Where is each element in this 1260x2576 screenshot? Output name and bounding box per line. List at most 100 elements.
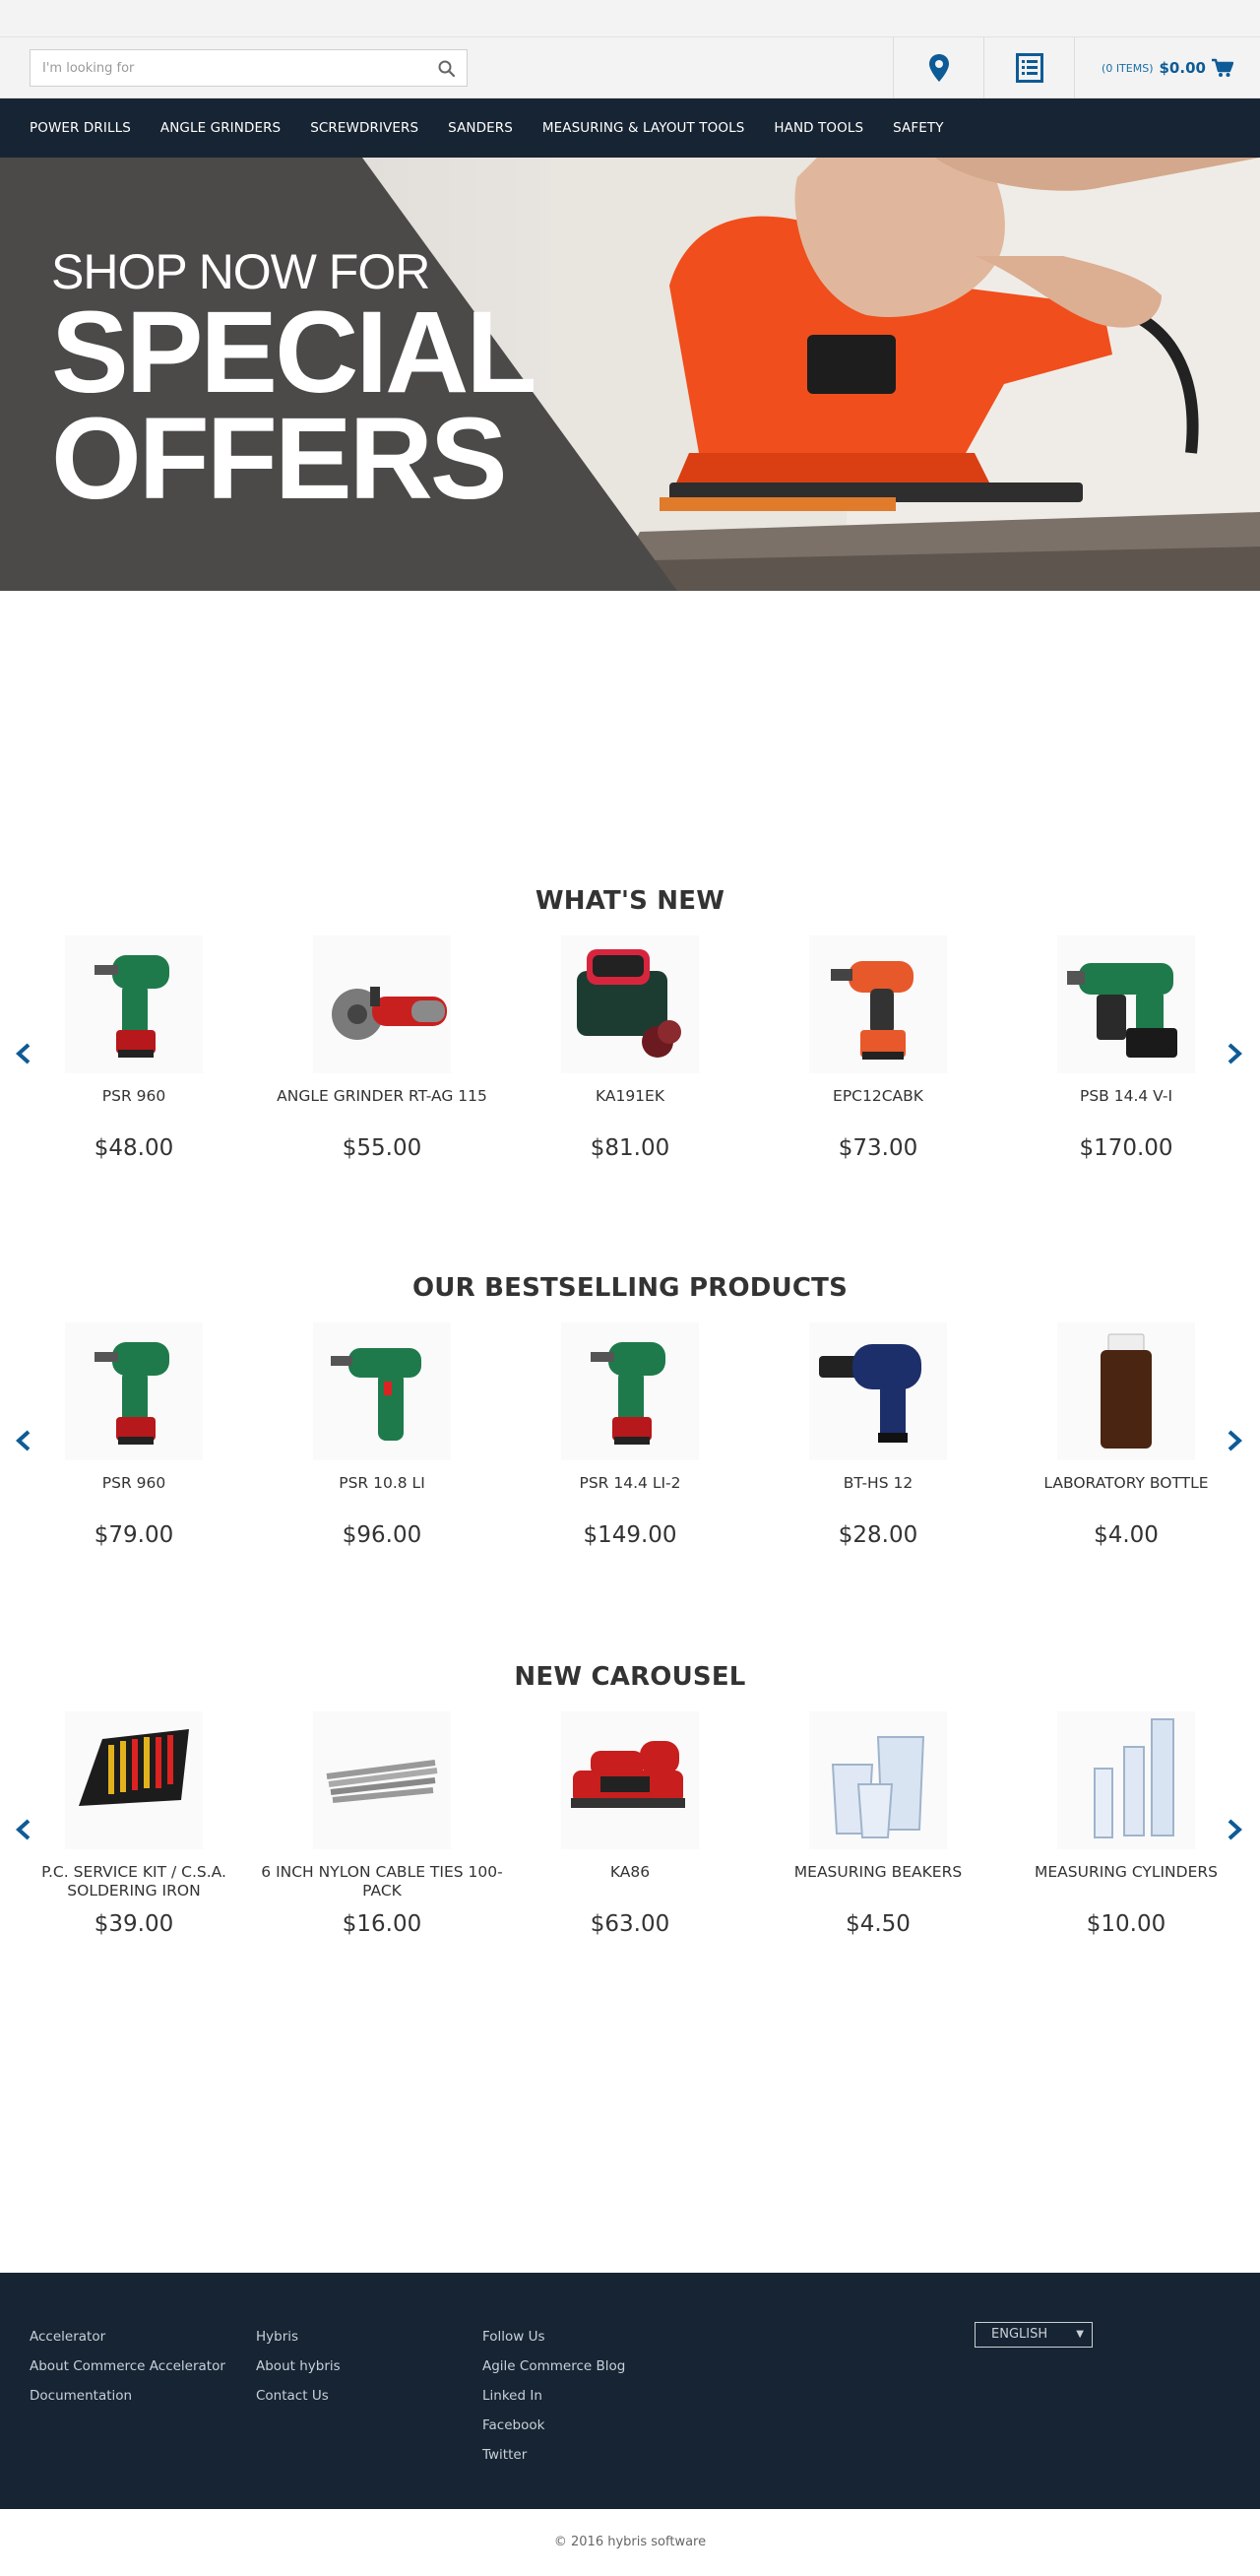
product-tile[interactable]: 6 INCH NYLON CABLE TIES 100-PACK $16.00 xyxy=(258,1711,506,1967)
hero-title-line1: SPECIAL xyxy=(51,288,536,418)
search-box[interactable] xyxy=(30,49,468,87)
store-finder-button[interactable] xyxy=(893,37,983,98)
product-carousel: P.C. SERVICE KIT / C.S.A. SOLDERING IRON… xyxy=(0,1711,1260,2007)
product-tile[interactable]: MEASURING CYLINDERS $10.00 xyxy=(1002,1711,1250,1967)
hammer-drill-icon xyxy=(1067,963,1177,1058)
product-image[interactable] xyxy=(65,1711,203,1849)
product-tile[interactable]: LABORATORY BOTTLE $4.00 xyxy=(1002,1322,1250,1578)
product-image[interactable] xyxy=(313,1711,451,1849)
product-name[interactable]: PSR 960 xyxy=(10,1087,258,1106)
product-tile[interactable]: P.C. SERVICE KIT / C.S.A. SOLDERING IRON… xyxy=(10,1711,258,1967)
product-image[interactable] xyxy=(65,1322,203,1460)
product-image[interactable] xyxy=(1057,935,1195,1073)
cable-ties-icon xyxy=(326,1760,438,1803)
nav-screwdrivers[interactable]: SCREWDRIVERS xyxy=(310,120,418,136)
product-image[interactable] xyxy=(561,935,699,1073)
search-icon[interactable] xyxy=(437,59,457,79)
product-name[interactable]: MEASURING CYLINDERS xyxy=(1002,1863,1250,1882)
product-name[interactable]: PSR 960 xyxy=(10,1474,258,1493)
green-drill-icon xyxy=(591,1342,665,1445)
search-input[interactable] xyxy=(31,50,467,86)
product-price: $96.00 xyxy=(342,1522,422,1548)
footer-link-agile-commerce-blog[interactable]: Agile Commerce Blog xyxy=(482,2351,625,2381)
language-selector[interactable]: ENGLISH ▼ xyxy=(975,2322,1093,2348)
product-price: $63.00 xyxy=(590,1911,670,1937)
top-strip xyxy=(0,0,1260,37)
product-name[interactable]: LABORATORY BOTTLE xyxy=(1002,1474,1250,1493)
nav-hand-tools[interactable]: HAND TOOLS xyxy=(774,120,863,136)
footer-link-twitter[interactable]: Twitter xyxy=(482,2440,625,2470)
nav-power-drills[interactable]: POWER DRILLS xyxy=(30,120,131,136)
cart-total: $0.00 xyxy=(1159,59,1206,77)
product-tile[interactable]: BT-HS 12 $28.00 xyxy=(754,1322,1002,1578)
product-section: NEW CAROUSEL P.C. SERVICE KIT / C.S.A. SO… xyxy=(0,1662,1260,1997)
footer-column-follow-us: Follow Us Agile Commerce Blog Linked In … xyxy=(482,2322,625,2470)
bottle-icon xyxy=(1101,1333,1152,1449)
product-tile[interactable]: PSR 10.8 LI $96.00 xyxy=(258,1322,506,1578)
product-name[interactable]: BT-HS 12 xyxy=(754,1474,1002,1493)
hero-banner[interactable]: SHOP NOW FOR SPECIAL OFFERS xyxy=(0,158,1260,591)
nav-angle-grinders[interactable]: ANGLE GRINDERS xyxy=(160,120,281,136)
section-title: NEW CAROUSEL xyxy=(514,1662,746,1692)
product-image[interactable] xyxy=(1057,1322,1195,1460)
site-header: (0 ITEMS) $0.00 xyxy=(0,37,1260,98)
product-name[interactable]: EPC12CABK xyxy=(754,1087,1002,1106)
order-list-button[interactable] xyxy=(983,37,1074,98)
product-name[interactable]: P.C. SERVICE KIT / C.S.A. SOLDERING IRON xyxy=(10,1863,258,1900)
product-name[interactable]: PSR 10.8 LI xyxy=(258,1474,506,1493)
product-image[interactable] xyxy=(809,1322,947,1460)
product-image[interactable] xyxy=(65,935,203,1073)
footer-link-facebook[interactable]: Facebook xyxy=(482,2411,625,2440)
nav-measuring-layout-tools[interactable]: MEASURING & LAYOUT TOOLS xyxy=(542,120,744,136)
product-tile[interactable]: MEASURING BEAKERS $4.50 xyxy=(754,1711,1002,1967)
footer-link-contact-us[interactable]: Contact Us xyxy=(256,2381,341,2411)
product-price: $4.00 xyxy=(1094,1522,1159,1548)
copyright: © 2016 hybris software xyxy=(0,2509,1260,2576)
product-tile[interactable]: EPC12CABK $73.00 xyxy=(754,935,1002,1191)
product-image[interactable] xyxy=(561,1322,699,1460)
product-section: OUR BESTSELLING PRODUCTS PSR 960 $79.00 PSR… xyxy=(0,1273,1260,1608)
footer-link-documentation[interactable]: Documentation xyxy=(30,2381,225,2411)
mini-cart-button[interactable]: (0 ITEMS) $0.00 xyxy=(1074,37,1260,98)
site-footer: Accelerator About Commerce Accelerator D… xyxy=(0,2273,1260,2509)
product-price: $4.50 xyxy=(846,1911,911,1937)
product-tile[interactable]: PSR 960 $48.00 xyxy=(10,935,258,1191)
orange-drill-icon xyxy=(831,961,914,1060)
product-image[interactable] xyxy=(561,1711,699,1849)
product-tile[interactable]: KA191EK $81.00 xyxy=(506,935,754,1191)
product-name[interactable]: KA191EK xyxy=(506,1087,754,1106)
section-title: WHAT'S NEW xyxy=(535,886,725,916)
nav-safety[interactable]: SAFETY xyxy=(893,120,943,136)
product-image[interactable] xyxy=(1057,1711,1195,1849)
product-name[interactable]: PSB 14.4 V-I xyxy=(1002,1087,1250,1106)
product-name[interactable]: ANGLE GRINDER RT-AG 115 xyxy=(258,1087,506,1106)
product-image[interactable] xyxy=(313,935,451,1073)
footer-link-about-commerce-accelerator[interactable]: About Commerce Accelerator xyxy=(30,2351,225,2381)
product-image[interactable] xyxy=(313,1322,451,1460)
product-image[interactable] xyxy=(809,935,947,1073)
belt-sander-icon xyxy=(571,1741,685,1808)
tool-kit-icon xyxy=(79,1729,189,1806)
product-price: $170.00 xyxy=(1079,1135,1173,1161)
angle-grinder-icon xyxy=(332,987,447,1040)
product-tile[interactable]: ANGLE GRINDER RT-AG 115 $55.00 xyxy=(258,935,506,1191)
footer-link-about-hybris[interactable]: About hybris xyxy=(256,2351,341,2381)
product-tile[interactable]: PSB 14.4 V-I $170.00 xyxy=(1002,935,1250,1191)
footer-link-follow-us[interactable]: Follow Us xyxy=(482,2322,625,2351)
product-name[interactable]: MEASURING BEAKERS xyxy=(754,1863,1002,1882)
green-drill-icon xyxy=(94,955,169,1058)
product-name[interactable]: 6 INCH NYLON CABLE TIES 100-PACK xyxy=(258,1863,506,1900)
footer-link-accelerator[interactable]: Accelerator xyxy=(30,2322,225,2351)
footer-link-linkedin[interactable]: Linked In xyxy=(482,2381,625,2411)
cart-icon xyxy=(1211,58,1233,77)
product-tile[interactable]: KA86 $63.00 xyxy=(506,1711,754,1967)
product-tile[interactable]: PSR 960 $79.00 xyxy=(10,1322,258,1578)
footer-link-hybris[interactable]: Hybris xyxy=(256,2322,341,2351)
product-name[interactable]: PSR 14.4 LI-2 xyxy=(506,1474,754,1493)
hero-copy: SHOP NOW FOR SPECIAL OFFERS xyxy=(51,244,536,517)
nav-sanders[interactable]: SANDERS xyxy=(448,120,513,136)
orbital-sander-photo xyxy=(551,158,1260,591)
product-name[interactable]: KA86 xyxy=(506,1863,754,1882)
product-tile[interactable]: PSR 14.4 LI-2 $149.00 xyxy=(506,1322,754,1578)
product-image[interactable] xyxy=(809,1711,947,1849)
